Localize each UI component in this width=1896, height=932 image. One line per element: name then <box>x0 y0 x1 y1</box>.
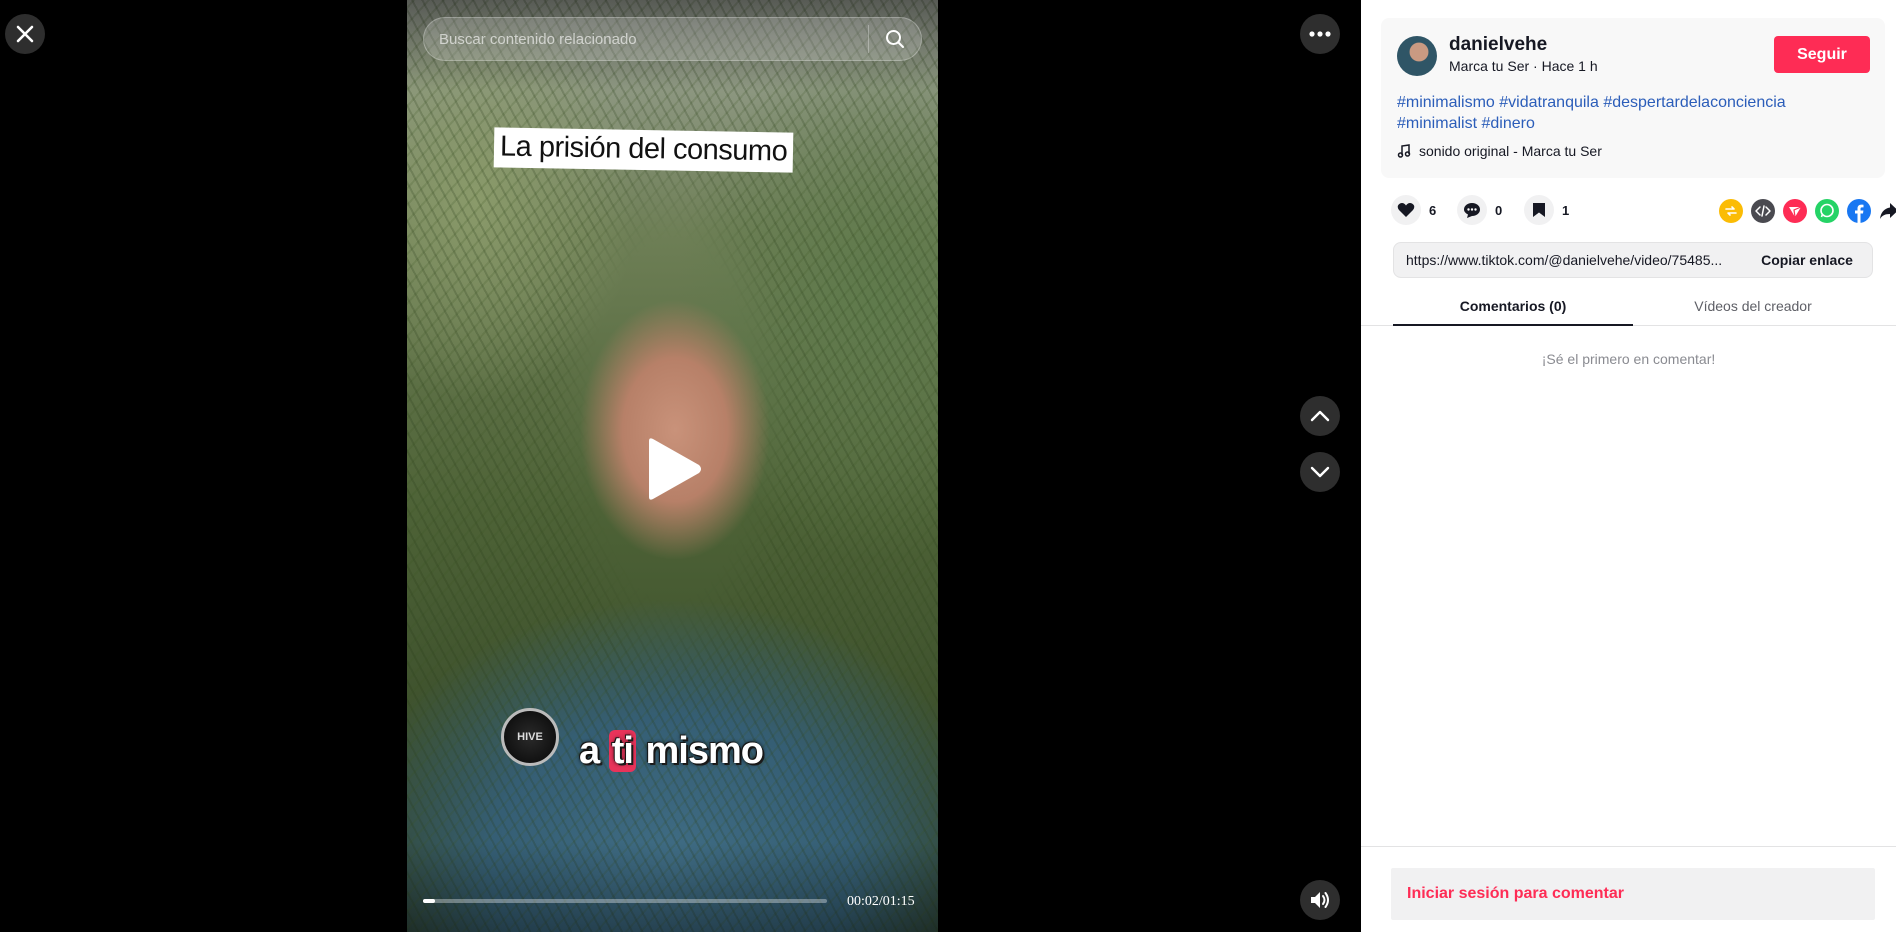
save-button[interactable]: 1 <box>1524 195 1569 225</box>
close-button[interactable] <box>5 14 45 54</box>
empty-comments-message: ¡Sé el primero en comentar! <box>1541 351 1716 367</box>
chevron-up-icon <box>1310 410 1330 422</box>
next-video-button[interactable] <box>1300 452 1340 492</box>
music-note-icon <box>1397 144 1411 158</box>
comment-icon <box>1457 195 1487 225</box>
close-icon <box>16 25 34 43</box>
send-icon[interactable] <box>1783 199 1807 223</box>
video-title-caption: La prisión del consumo <box>493 127 794 173</box>
hashtag-link[interactable]: #vidatranquila <box>1499 94 1599 111</box>
like-count: 6 <box>1429 202 1437 218</box>
search-icon <box>886 30 904 48</box>
more-icon <box>1309 31 1331 37</box>
hive-watermark-text: HIVE <box>517 731 543 743</box>
avatar[interactable] <box>1397 36 1437 76</box>
video-frame[interactable]: La prisión del consumo HIVE a ti mismo 0… <box>407 0 938 932</box>
subtitle-before: a <box>579 730 609 772</box>
bottom-divider <box>1361 846 1896 847</box>
more-button[interactable] <box>1300 14 1340 54</box>
author-meta: Marca tu Ser · Hace 1 h <box>1449 58 1598 74</box>
video-subtitle-caption: a ti mismo <box>579 730 764 773</box>
progress-fill <box>423 899 436 903</box>
previous-video-button[interactable] <box>1300 396 1340 436</box>
follow-button[interactable]: Seguir <box>1774 36 1870 73</box>
details-panel: danielvehe Marca tu Ser · Hace 1 h Segui… <box>1361 0 1896 932</box>
comment-count: 0 <box>1495 202 1503 218</box>
subtitle-after: mismo <box>635 730 764 772</box>
play-button[interactable] <box>643 437 703 501</box>
heart-icon <box>1391 195 1421 225</box>
video-link[interactable]: https://www.tiktok.com/@danielvehe/video… <box>1394 252 1742 268</box>
subtitle-highlight: ti <box>608 730 636 772</box>
panel-tabs: Comentarios (0) Vídeos del creador <box>1361 290 1896 326</box>
volume-button[interactable] <box>1300 880 1340 920</box>
hashtag-link[interactable]: #despertardelaconciencia <box>1603 94 1785 111</box>
copy-link-button[interactable]: Copiar enlace <box>1742 252 1872 268</box>
share-arrow-icon[interactable] <box>1877 199 1896 223</box>
hashtag-link[interactable]: #minimalismo <box>1397 94 1495 111</box>
progress-bar[interactable] <box>423 899 827 903</box>
hashtag-link[interactable]: #dinero <box>1481 115 1534 132</box>
chevron-down-icon <box>1310 466 1330 478</box>
embed-icon[interactable] <box>1751 199 1775 223</box>
search-input[interactable] <box>424 18 868 60</box>
login-to-comment-button[interactable]: Iniciar sesión para comentar <box>1391 868 1875 920</box>
whatsapp-icon[interactable] <box>1815 199 1839 223</box>
music-label: sonido original - Marca tu Ser <box>1419 143 1602 159</box>
bookmark-icon <box>1524 195 1554 225</box>
actions-row: 6 0 1 <box>1391 195 1896 225</box>
bottom-fade <box>407 842 938 932</box>
author-info-card: danielvehe Marca tu Ser · Hace 1 h Segui… <box>1381 18 1885 178</box>
time-label: 00:02/01:15 <box>847 894 915 909</box>
tab-creator-videos[interactable]: Vídeos del creador <box>1633 290 1873 326</box>
hashtag-link[interactable]: #minimalist <box>1397 115 1477 132</box>
player-area: La prisión del consumo HIVE a ti mismo 0… <box>0 0 1361 932</box>
repost-icon[interactable] <box>1719 199 1743 223</box>
music-row[interactable]: sonido original - Marca tu Ser <box>1397 143 1602 159</box>
save-count: 1 <box>1562 202 1570 218</box>
author-username[interactable]: danielvehe <box>1449 34 1547 56</box>
facebook-icon[interactable] <box>1847 199 1871 223</box>
hashtag-list: #minimalismo #vidatranquila #despertarde… <box>1397 92 1857 134</box>
hive-watermark: HIVE <box>501 708 559 766</box>
search-bar <box>423 17 922 61</box>
tab-comments[interactable]: Comentarios (0) <box>1393 290 1633 326</box>
search-button[interactable] <box>869 18 921 60</box>
comment-button[interactable]: 0 <box>1457 195 1502 225</box>
link-box: https://www.tiktok.com/@danielvehe/video… <box>1393 242 1873 278</box>
app-root: La prisión del consumo HIVE a ti mismo 0… <box>0 0 1896 932</box>
like-button[interactable]: 6 <box>1391 195 1436 225</box>
play-icon <box>649 438 701 500</box>
volume-icon <box>1311 892 1329 908</box>
